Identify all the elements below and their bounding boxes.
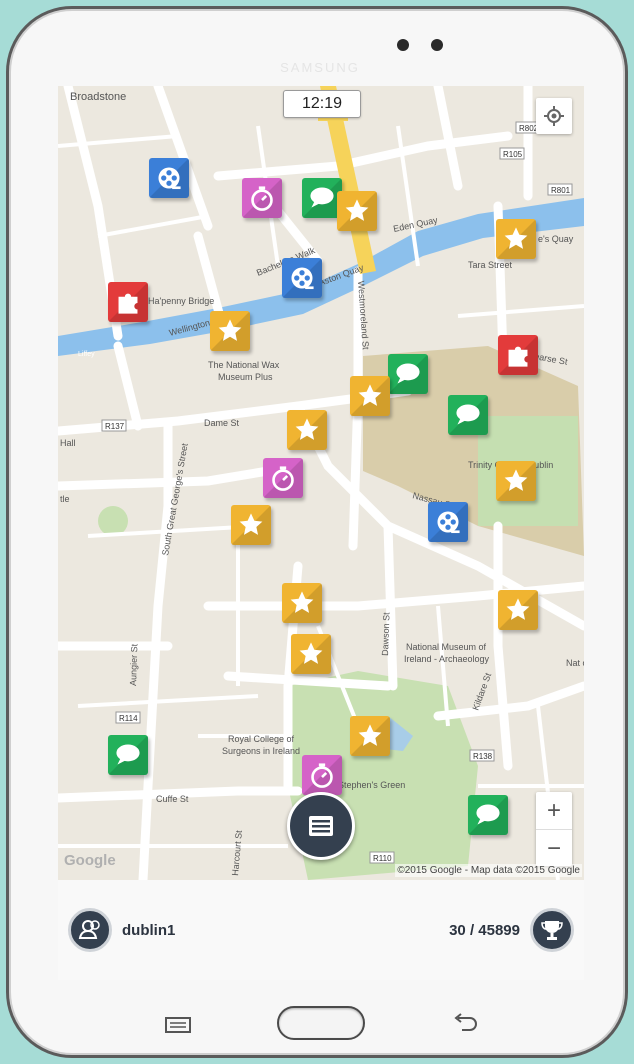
road-shield: R801	[551, 186, 571, 195]
map-label: Hall	[60, 438, 76, 448]
map-label: Royal College of	[228, 734, 295, 744]
star-icon	[291, 634, 331, 674]
map-marker-timer[interactable]	[263, 458, 303, 498]
map-marker-puzzle[interactable]	[498, 335, 538, 375]
chat-bubble-icon	[468, 795, 508, 835]
map-attribution: ©2015 Google - Map data ©2015 Google	[395, 864, 582, 877]
road-shield: R114	[119, 714, 138, 723]
map-marker-star[interactable]	[496, 219, 536, 259]
map-marker-star[interactable]	[350, 376, 390, 416]
map-label: Museum Plus	[218, 372, 273, 382]
camera-dot	[397, 39, 409, 51]
map-marker-star[interactable]	[496, 461, 536, 501]
map-marker-timer[interactable]	[302, 755, 342, 795]
star-icon	[350, 376, 390, 416]
google-logo: Google	[64, 852, 116, 869]
star-icon	[496, 219, 536, 259]
map-marker-star[interactable]	[498, 590, 538, 630]
device-brand: SAMSUNG	[280, 60, 360, 75]
map-label: Aungier St	[128, 643, 139, 686]
road-shield: R105	[503, 150, 523, 159]
film-reel-icon	[428, 502, 468, 542]
film-reel-icon	[149, 158, 189, 198]
map-screen[interactable]: Broadstone Eden Quay Tara Street Ha'penn…	[58, 86, 584, 880]
map-label: Dawson St	[380, 612, 392, 656]
map-label: Cuffe St	[156, 794, 189, 804]
list-icon	[309, 816, 333, 836]
puzzle-piece-icon	[108, 282, 148, 322]
map-marker-star[interactable]	[291, 634, 331, 674]
status-clock: 12:19	[283, 90, 361, 118]
map-marker-star[interactable]	[210, 311, 250, 351]
map-label: e's Quay	[538, 234, 574, 244]
profile-button[interactable]	[68, 908, 112, 952]
small-park	[98, 506, 128, 536]
map-marker-chat[interactable]	[448, 395, 488, 435]
chat-bubble-icon	[108, 735, 148, 775]
star-icon	[350, 716, 390, 756]
home-key[interactable]	[277, 1006, 365, 1040]
username-label: dublin1	[122, 922, 176, 939]
sensor-dot	[431, 39, 443, 51]
map-label: The National Wax	[208, 360, 280, 370]
zoom-in-button[interactable]: +	[536, 792, 572, 829]
map-marker-star[interactable]	[337, 191, 377, 231]
map-marker-film[interactable]	[428, 502, 468, 542]
trophy-icon	[541, 921, 563, 940]
map-marker-chat[interactable]	[302, 178, 342, 218]
map-label: National Museum of	[406, 642, 487, 652]
map-label: Tara Street	[468, 260, 513, 270]
map-label: Liffey	[78, 351, 95, 358]
chat-bubble-icon	[388, 354, 428, 394]
crosshair-icon	[544, 106, 564, 126]
map-label: Dame St	[204, 418, 240, 428]
map-marker-timer[interactable]	[242, 178, 282, 218]
back-key-icon[interactable]	[452, 1012, 480, 1034]
map-marker-film[interactable]	[149, 158, 189, 198]
map-label: Nat of Ir	[566, 658, 584, 668]
map-marker-film[interactable]	[282, 258, 322, 298]
map-marker-chat[interactable]	[468, 795, 508, 835]
star-icon	[231, 505, 271, 545]
road-shield: R110	[373, 854, 392, 863]
map-marker-puzzle[interactable]	[108, 282, 148, 322]
map-label: Ireland - Archaeology	[404, 654, 490, 664]
leaderboard-button[interactable]	[530, 908, 574, 952]
stopwatch-icon	[242, 178, 282, 218]
star-icon	[282, 583, 322, 623]
menu-button[interactable]	[287, 792, 355, 860]
map-label: Broadstone	[70, 91, 126, 103]
star-icon	[337, 191, 377, 231]
recent-apps-key-icon[interactable]	[164, 1014, 192, 1034]
my-location-button[interactable]	[536, 98, 572, 134]
zoom-control: + −	[536, 792, 572, 866]
user-icon	[78, 920, 100, 939]
puzzle-piece-icon	[498, 335, 538, 375]
map-marker-chat[interactable]	[108, 735, 148, 775]
map-label: Ha'penny Bridge	[148, 296, 214, 306]
stopwatch-icon	[263, 458, 303, 498]
star-icon	[287, 410, 327, 450]
map-marker-star[interactable]	[350, 716, 390, 756]
road-shield: R138	[473, 752, 493, 761]
map-marker-chat[interactable]	[388, 354, 428, 394]
zoom-out-button[interactable]: −	[536, 830, 572, 867]
map-marker-star[interactable]	[231, 505, 271, 545]
map-label: tle	[60, 494, 70, 504]
player-bar: dublin1 30 / 45899	[58, 880, 584, 980]
score-label: 30 / 45899	[449, 922, 520, 939]
stopwatch-icon	[302, 755, 342, 795]
star-icon	[496, 461, 536, 501]
chat-bubble-icon	[302, 178, 342, 218]
map-label: Surgeons in Ireland	[222, 746, 300, 756]
film-reel-icon	[282, 258, 322, 298]
map-marker-star[interactable]	[282, 583, 322, 623]
star-icon	[498, 590, 538, 630]
map-label: Stephen's Green	[338, 780, 405, 790]
chat-bubble-icon	[448, 395, 488, 435]
map-marker-star[interactable]	[287, 410, 327, 450]
star-icon	[210, 311, 250, 351]
road-shield: R137	[105, 422, 125, 431]
